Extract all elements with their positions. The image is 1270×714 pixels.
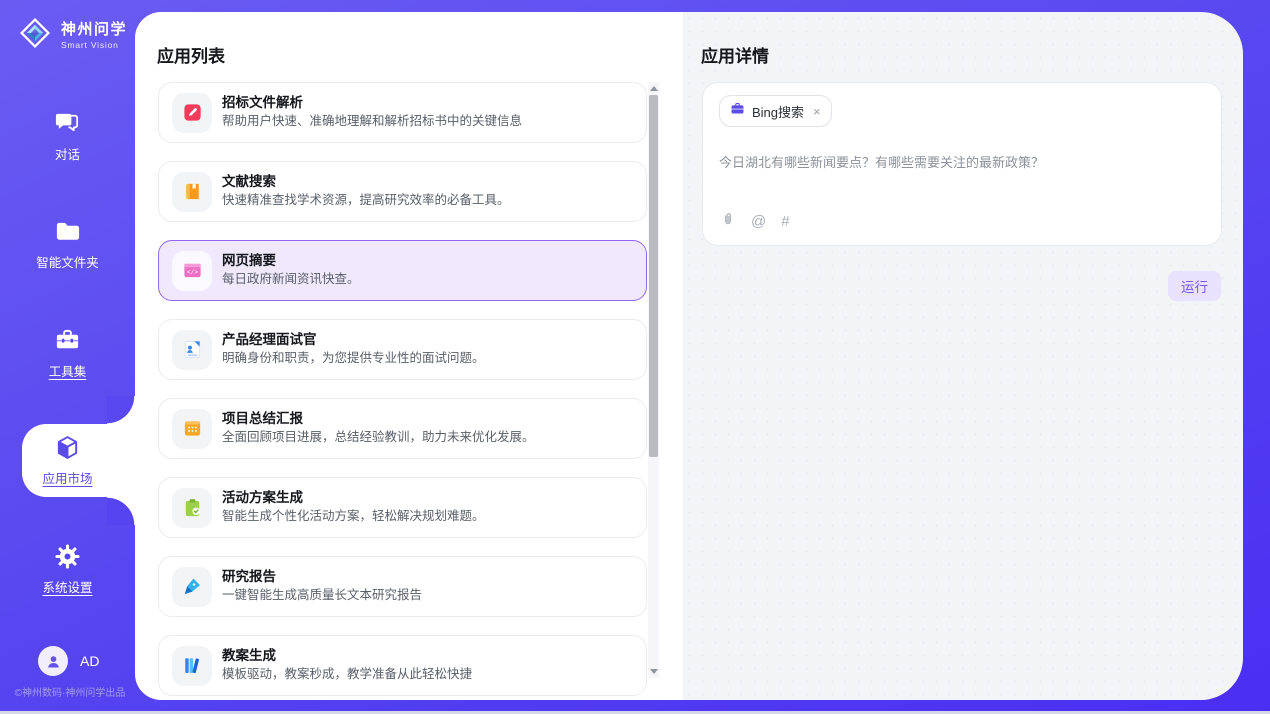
app-card-desc: 帮助用户快速、准确地理解和解析招标书中的关键信息 [222,115,522,129]
app-detail-title: 应用详情 [701,42,769,67]
app-card-title: 活动方案生成 [222,491,485,506]
toolbox-icon [54,327,81,359]
copyright-footer: ©神州数码·神州问学出品 [0,684,140,699]
gear-icon [54,543,81,575]
scrollbar[interactable] [648,82,659,678]
app-card[interactable]: 研究报告 一键智能生成高质量长文本研究报告 [158,556,647,617]
sidebar-item-label: 智能文件夹 [36,257,99,270]
folder-icon [54,218,81,250]
app-card-title: 招标文件解析 [222,96,522,111]
active-nav-bubble-curve-bottom [107,497,135,525]
app-window: { "brand": { "name": "神州问学", "subtitle":… [0,0,1270,714]
prompt-card: Bing搜索 × 今日湖北有哪些新闻要点？有哪些需要关注的最新政策？ @ # [702,82,1222,246]
app-card-desc: 一键智能生成高质量长文本研究报告 [222,589,422,603]
sidebar-item-label: 系统设置 [42,582,92,595]
prompt-text-input[interactable]: 今日湖北有哪些新闻要点？有哪些需要关注的最新政策？ [719,152,1205,171]
sidebar-item-label: 对话 [55,149,80,162]
app-card-title: 文献搜索 [222,175,510,190]
hash-icon[interactable]: # [781,214,789,229]
brand-subtitle: Smart Vision [61,40,127,50]
sidebar-item-toolset[interactable]: 工具集 [0,327,135,379]
books-icon [172,646,212,686]
app-card[interactable]: 招标文件解析 帮助用户快速、准确地理解和解析招标书中的关键信息 [158,82,647,143]
user-initials: AD [80,653,99,669]
svg-text:</>: </> [186,269,197,276]
app-card-desc: 全面回顾项目进展，总结经验教训，助力未来优化发展。 [222,431,535,445]
run-button[interactable]: 运行 [1168,271,1221,301]
app-card-desc: 模板驱动，教案秒成，教学准备从此轻松快捷 [222,668,472,682]
app-card-desc: 明确身份和职责，为您提供专业性的面试问题。 [222,352,485,366]
app-card-title: 教案生成 [222,649,472,664]
app-card[interactable]: 文献搜索 快速精准查找学术资源，提高研究效率的必备工具。 [158,161,647,222]
app-list-title: 应用列表 [157,42,225,67]
interviewer-doc-icon [172,330,212,370]
sidebar-item-smart-folder[interactable]: 智能文件夹 [0,218,135,270]
cube-icon [54,434,81,466]
user-avatar[interactable] [38,646,68,676]
app-card-title: 研究报告 [222,570,422,585]
scroll-down-arrow[interactable] [650,669,658,674]
app-card-desc: 智能生成个性化活动方案，轻松解决规划难题。 [222,510,485,524]
composer-toolbar: @ # [720,211,790,232]
brand-name: 神州问学 [61,21,127,38]
webpage-code-icon: </> [172,251,212,291]
chat-icon [54,110,81,142]
scrollbar-thumb[interactable] [649,95,658,457]
user-row: AD [38,646,99,676]
app-card-title: 项目总结汇报 [222,412,535,427]
edit-square-icon [172,93,212,133]
note-icon [172,409,212,449]
app-card-list: 招标文件解析 帮助用户快速、准确地理解和解析招标书中的关键信息 文献搜索 快速精… [158,82,647,700]
paperclip-icon[interactable] [720,211,736,232]
sidebar-item-app-market[interactable]: 应用市场 [0,434,135,486]
briefcase-icon [730,101,745,121]
app-card[interactable]: 活动方案生成 智能生成个性化活动方案，轻松解决规划难题。 [158,477,647,538]
book-icon [172,172,212,212]
app-card[interactable]: 教案生成 模板驱动，教案秒成，教学准备从此轻松快捷 [158,635,647,696]
chip-close-icon[interactable]: × [813,104,821,119]
app-detail-panel: 应用详情 Bing搜索 × 今日湖北有哪些新闻要点？有哪些需要关注的最新政策？ [683,12,1243,700]
sidebar-item-label: 应用市场 [42,473,92,486]
person-icon [45,653,62,670]
sidebar-item-system-settings[interactable]: 系统设置 [0,543,135,595]
tool-chip[interactable]: Bing搜索 × [719,95,832,127]
pen-icon [172,567,212,607]
clipboard-check-icon [172,488,212,528]
app-list-panel: 应用列表 招标文件解析 帮助用户快速、准确地理解和解析招标书中的关键信息 [135,12,683,700]
scroll-up-arrow[interactable] [650,86,658,91]
app-card-selected[interactable]: </> 网页摘要 每日政府新闻资讯快查。 [158,240,647,301]
brand-diamond-icon [16,14,54,57]
tool-chip-label: Bing搜索 [752,102,804,121]
mention-icon[interactable]: @ [751,214,766,229]
app-card[interactable]: 项目总结汇报 全面回顾项目进展，总结经验教训，助力未来优化发展。 [158,398,647,459]
app-card-title: 产品经理面试官 [222,333,485,348]
app-card-desc: 每日政府新闻资讯快查。 [222,273,360,287]
content-area: 应用列表 招标文件解析 帮助用户快速、准确地理解和解析招标书中的关键信息 [135,12,1243,700]
app-card[interactable]: 产品经理面试官 明确身份和职责，为您提供专业性的面试问题。 [158,319,647,380]
app-card-title: 网页摘要 [222,254,360,269]
sidebar-item-label: 工具集 [49,366,87,379]
sidebar-item-chat[interactable]: 对话 [0,110,135,162]
brand-logo: 神州问学 Smart Vision [16,14,127,57]
active-nav-bubble-curve-top [107,396,135,424]
app-card-desc: 快速精准查找学术资源，提高研究效率的必备工具。 [222,194,510,208]
